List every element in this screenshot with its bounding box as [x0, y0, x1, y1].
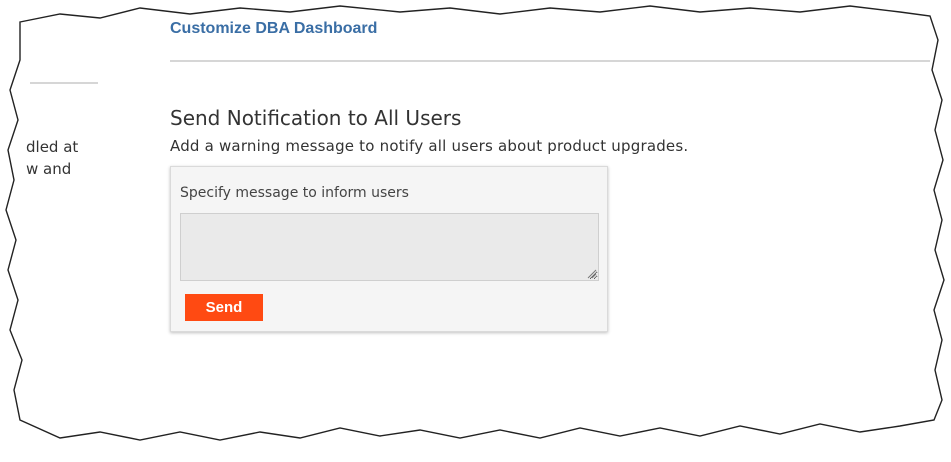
torn-paper-edge	[0, 0, 951, 462]
